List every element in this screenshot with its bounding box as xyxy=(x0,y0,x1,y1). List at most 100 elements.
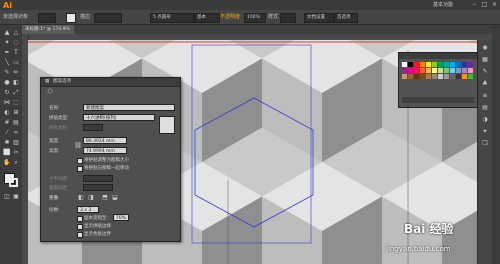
swatches-panel-icon[interactable]: ▦ xyxy=(481,56,489,64)
swatch-cell[interactable] xyxy=(432,68,437,73)
stroke-panel-icon[interactable]: ≡ xyxy=(481,92,489,100)
symbol-sprayer-tool-icon[interactable]: ✱ xyxy=(3,139,11,147)
height-field[interactable]: 74.9994 mm xyxy=(83,147,127,154)
mesh-tool-icon[interactable]: # xyxy=(3,119,11,127)
swatch-cell[interactable] xyxy=(408,62,413,67)
swatch-cell[interactable] xyxy=(462,74,467,79)
swatch-cell[interactable] xyxy=(450,68,455,73)
swatches-panel-header[interactable] xyxy=(399,53,477,59)
v-spacing-field[interactable] xyxy=(83,184,113,191)
transparency-panel-icon[interactable]: ◑ xyxy=(481,116,489,124)
stroke-color-icon[interactable] xyxy=(9,178,18,187)
swatch-cell[interactable] xyxy=(414,62,419,67)
swatch-cell[interactable] xyxy=(420,62,425,67)
swatch-cell[interactable] xyxy=(426,68,431,73)
draw-mode-icon[interactable]: ◫ xyxy=(3,193,11,201)
magic-wand-tool-icon[interactable]: ✦ xyxy=(3,39,11,47)
blob-brush-tool-icon[interactable]: ● xyxy=(3,79,11,87)
shape-builder-tool-icon[interactable]: ◐ xyxy=(3,109,11,117)
show-tile-edge-checkbox[interactable] xyxy=(77,224,83,230)
brush-dropdown[interactable]: 5 点圆形 xyxy=(150,13,194,23)
preferences-button[interactable]: 首选项 xyxy=(334,13,358,23)
document-setup-button[interactable]: 文档设置 xyxy=(304,13,334,23)
type-tool-icon[interactable]: T xyxy=(12,49,20,57)
swatch-cell[interactable] xyxy=(450,74,455,79)
rectangle-tool-icon[interactable]: ▭ xyxy=(12,59,20,67)
width-tool-icon[interactable]: ⋈ xyxy=(3,99,11,107)
move-tile-checkbox[interactable] xyxy=(77,166,83,172)
hand-tool-icon[interactable]: ✋ xyxy=(3,159,11,167)
eraser-tool-icon[interactable]: ◧ xyxy=(12,79,20,87)
swatch-cell[interactable] xyxy=(468,74,473,79)
fill-swatch[interactable] xyxy=(66,13,76,23)
swatch-cell[interactable] xyxy=(432,74,437,79)
dim-copies-checkbox[interactable] xyxy=(77,216,83,222)
minimize-button[interactable]: – xyxy=(470,1,479,8)
profile-dropdown[interactable]: 基本 xyxy=(194,13,220,23)
artboard-tool-icon[interactable]: ⬜ xyxy=(3,149,11,157)
pencil-tool-icon[interactable]: ✏ xyxy=(12,69,20,77)
swatch-cell[interactable] xyxy=(444,68,449,73)
swatch-cell[interactable] xyxy=(468,68,473,73)
swatch-cell[interactable] xyxy=(438,74,443,79)
symbols-panel-icon[interactable]: ♣ xyxy=(481,80,489,88)
dialog-titlebar[interactable]: ▦ 图案选项 xyxy=(41,78,180,87)
swatch-cell[interactable] xyxy=(408,74,413,79)
swatch-cell[interactable] xyxy=(420,68,425,73)
width-field[interactable]: 86.3924 mm xyxy=(83,137,127,144)
size-tile-checkbox[interactable] xyxy=(77,158,83,164)
blend-tool-icon[interactable]: ∞ xyxy=(12,129,20,137)
swatch-cell[interactable] xyxy=(462,62,467,67)
rotate-tool-icon[interactable]: ↻ xyxy=(3,89,11,97)
swatch-cell[interactable] xyxy=(456,74,461,79)
swatch-cell[interactable] xyxy=(468,62,473,67)
swatch-cell[interactable] xyxy=(414,74,419,79)
swatch-cell[interactable] xyxy=(438,68,443,73)
swatch-cell[interactable] xyxy=(450,62,455,67)
overlap-bottom-icon[interactable]: ⬓ xyxy=(111,194,119,202)
swatch-cell[interactable] xyxy=(402,62,407,67)
line-tool-icon[interactable]: ╲ xyxy=(3,59,11,67)
tab-document[interactable]: 未标题-1* @ 174.9% (CMYK/预览) xyxy=(22,25,74,41)
overlap-top-icon[interactable]: ⬒ xyxy=(101,194,109,202)
opacity-field[interactable]: 100% xyxy=(244,13,266,23)
swatch-cell[interactable] xyxy=(402,68,407,73)
dim-copies-field[interactable]: 70% xyxy=(113,214,129,221)
link-icon[interactable]: ⛓ xyxy=(74,142,82,150)
swatch-cell[interactable] xyxy=(420,74,425,79)
swatch-cell[interactable] xyxy=(462,68,467,73)
opacity-label[interactable]: 不透明度 xyxy=(220,13,240,20)
screen-mode-icon[interactable]: ▣ xyxy=(12,193,20,201)
swatch-cell[interactable] xyxy=(444,62,449,67)
swatch-cell[interactable] xyxy=(438,62,443,67)
swatch-cell[interactable] xyxy=(402,74,407,79)
copies-dropdown[interactable]: 3 x 3 xyxy=(77,206,99,213)
close-button[interactable]: × xyxy=(490,1,499,8)
pen-tool-icon[interactable]: ✒ xyxy=(3,49,11,57)
maximize-button[interactable]: □ xyxy=(480,1,489,8)
overlap-left-icon[interactable]: ◧ xyxy=(77,194,85,202)
brushes-panel-icon[interactable]: ✎ xyxy=(481,68,489,76)
swatch-cell[interactable] xyxy=(414,68,419,73)
brick-offset-field[interactable] xyxy=(83,124,103,131)
style-dropdown[interactable] xyxy=(280,13,296,23)
gradient-tool-icon[interactable]: ▤ xyxy=(12,119,20,127)
swatch-cell[interactable] xyxy=(432,62,437,67)
swatch-cell[interactable] xyxy=(426,62,431,67)
name-field[interactable]: 新建图案 xyxy=(83,104,175,111)
zoom-tool-icon[interactable]: ⌕ xyxy=(12,159,20,167)
swatch-cell[interactable] xyxy=(456,62,461,67)
paintbrush-tool-icon[interactable]: ✎ xyxy=(3,69,11,77)
color-panel-icon[interactable]: ◉ xyxy=(481,44,489,52)
scale-tool-icon[interactable]: ⤢ xyxy=(12,89,20,97)
swatch-cell[interactable] xyxy=(456,68,461,73)
appearance-panel-icon[interactable]: ✦ xyxy=(481,128,489,136)
show-swatch-bounds-checkbox[interactable] xyxy=(77,232,83,238)
stroke-weight-field[interactable] xyxy=(94,13,122,23)
graph-tool-icon[interactable]: ▥ xyxy=(12,139,20,147)
slice-tool-icon[interactable]: ✂ xyxy=(12,149,20,157)
layers-panel-icon[interactable]: ❐ xyxy=(481,140,489,148)
swatch-cell[interactable] xyxy=(426,74,431,79)
gradient-panel-icon[interactable]: ▤ xyxy=(481,104,489,112)
h-spacing-field[interactable] xyxy=(83,175,113,182)
